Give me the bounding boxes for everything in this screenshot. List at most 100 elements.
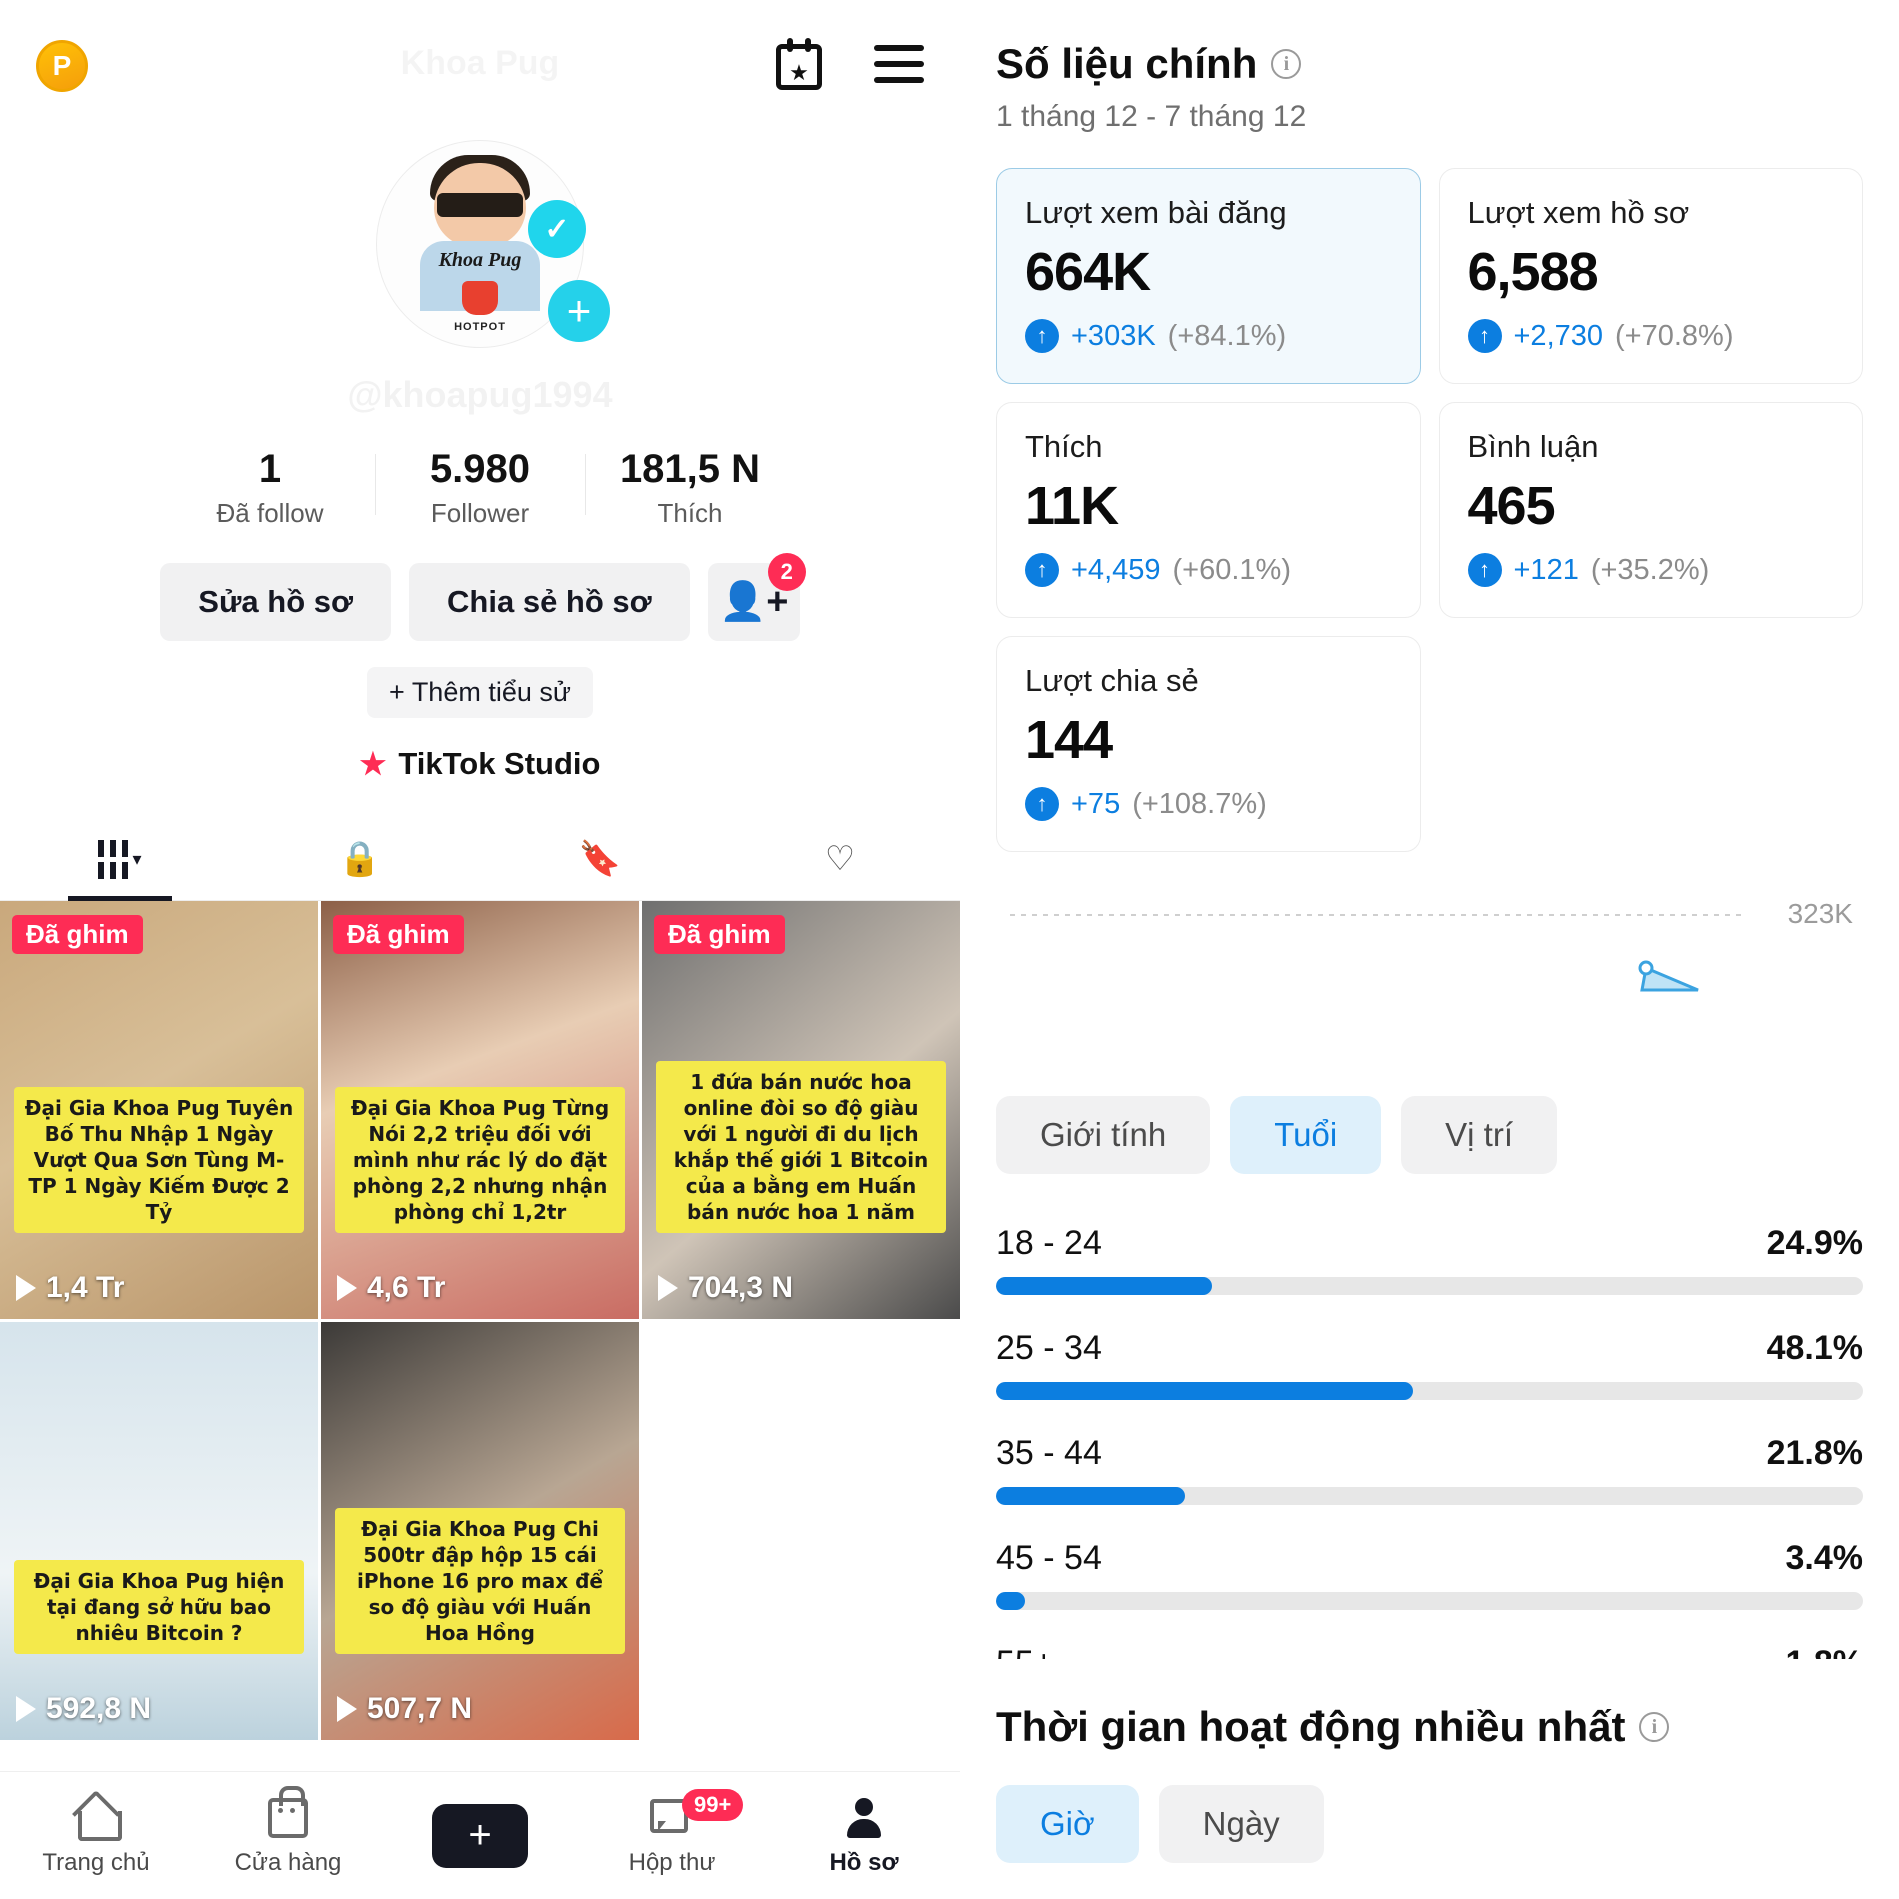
stat-likes[interactable]: 181,5 N Thích bbox=[585, 446, 795, 529]
tab-unsaved[interactable]: 🔖 bbox=[480, 818, 720, 900]
video-thumbnail[interactable]: Đã ghim Đại Gia Khoa Pug Từng Nói 2,2 tr… bbox=[321, 901, 639, 1319]
nav-label: Hộp thư bbox=[628, 1848, 716, 1876]
metric-card-likes[interactable]: Thích 11K ↑ +4,459 (+60.1%) bbox=[996, 402, 1421, 618]
segment-day[interactable]: Ngày bbox=[1158, 1785, 1324, 1863]
chart-row: 25 - 34 48.1% bbox=[996, 1329, 1863, 1400]
edit-profile-button[interactable]: Sửa hồ sơ bbox=[160, 563, 392, 641]
arrow-up-icon: ↑ bbox=[1467, 319, 1502, 353]
nav-label: Hồ sơ bbox=[829, 1848, 899, 1876]
chart-value-label: 48.1% bbox=[1766, 1329, 1863, 1367]
chart-track bbox=[996, 1277, 1863, 1295]
video-caption: Đại Gia Khoa Pug Tuyên Bố Thu Nhập 1 Ngà… bbox=[14, 1087, 304, 1233]
metric-delta-pct: (+84.1%) bbox=[1167, 319, 1287, 352]
chart-category-label: 35 - 44 bbox=[996, 1434, 1102, 1472]
nav-shop[interactable]: Cửa hàng bbox=[192, 1785, 384, 1877]
metric-value: 11K bbox=[1025, 476, 1119, 536]
tab-liked-hidden[interactable]: ♡ bbox=[720, 818, 960, 900]
play-icon bbox=[337, 1275, 357, 1301]
analytics-title: Số liệu chính bbox=[996, 40, 1258, 87]
metric-card-comments[interactable]: Bình luận 465 ↑ +121 (+35.2%) bbox=[1438, 402, 1863, 618]
metric-card-shares[interactable]: Lượt chia sẻ 144 ↑ +75 (+108.7%) bbox=[996, 636, 1421, 852]
video-caption: Đại Gia Khoa Pug Chi 500tr đập hộp 15 cá… bbox=[335, 1508, 625, 1654]
video-thumbnail[interactable]: Đại Gia Khoa Pug hiện tại đang sở hữu ba… bbox=[0, 1322, 318, 1740]
chart-bar bbox=[996, 1487, 1185, 1505]
chart-track bbox=[996, 1487, 1863, 1505]
profile-handle: @khoapug1994 bbox=[347, 374, 613, 415]
chart-row: 35 - 44 21.8% bbox=[996, 1434, 1863, 1505]
metric-label: Lượt xem hồ sơ bbox=[1467, 195, 1690, 230]
shop-bag-icon bbox=[268, 1785, 308, 1841]
sparkline-max-label: 323K bbox=[1787, 898, 1853, 929]
heart-slash-icon: ♡ bbox=[824, 840, 856, 878]
stat-followers[interactable]: 5.980 Follower bbox=[375, 446, 585, 529]
nav-inbox[interactable]: 99+ Hộp thư bbox=[576, 1788, 768, 1877]
metric-value: 144 bbox=[1025, 710, 1113, 770]
info-icon[interactable]: i bbox=[1639, 1712, 1670, 1742]
metric-delta: ↑ +121 (+35.2%) bbox=[1467, 553, 1835, 587]
info-icon[interactable]: i bbox=[1271, 49, 1302, 79]
chart-bar bbox=[996, 1382, 1414, 1400]
person-icon bbox=[847, 1795, 881, 1841]
segment-age[interactable]: Tuổi bbox=[1230, 1096, 1382, 1174]
verified-badge-icon: ✓ bbox=[528, 200, 586, 258]
add-friends-button[interactable]: 👤+ 2 bbox=[707, 553, 806, 641]
key-metrics-card: Số liệu chính i 1 tháng 12 - 7 tháng 12 … bbox=[960, 0, 1899, 1793]
share-profile-button[interactable]: Chia sẻ hồ sơ bbox=[409, 563, 690, 641]
add-avatar-button[interactable]: + bbox=[548, 280, 610, 342]
demographic-segment-tabs: Giới tính Tuổi Vị trí bbox=[996, 1096, 1863, 1174]
calendar-star-icon[interactable]: ★ bbox=[776, 38, 822, 90]
tiktok-studio-link[interactable]: ★ TikTok Studio bbox=[0, 746, 960, 782]
video-views: 4,6 Tr bbox=[337, 1271, 445, 1305]
video-thumbnail[interactable]: Đã ghim 1 đứa bán nước hoa online đòi so… bbox=[642, 901, 960, 1319]
metric-delta: ↑ +75 (+108.7%) bbox=[1025, 787, 1392, 821]
nav-home[interactable]: Trang chủ bbox=[0, 1795, 192, 1877]
stat-value: 1 bbox=[258, 447, 282, 491]
metric-delta-value: +303K bbox=[1071, 319, 1156, 352]
metric-value: 664K bbox=[1025, 242, 1151, 302]
play-icon bbox=[16, 1696, 36, 1722]
video-caption: 1 đứa bán nước hoa online đòi so độ giàu… bbox=[656, 1061, 946, 1233]
home-icon bbox=[74, 1795, 122, 1841]
tab-posts[interactable]: ▾ bbox=[0, 818, 240, 900]
sparkline-gridline bbox=[1010, 914, 1743, 916]
stat-label: Thích bbox=[657, 498, 723, 528]
metric-card-post-views[interactable]: Lượt xem bài đăng 664K ↑ +303K (+84.1%) bbox=[996, 168, 1421, 384]
analytics-panel: Số liệu chính i 1 tháng 12 - 7 tháng 12 … bbox=[960, 0, 1899, 1899]
metric-delta-pct: (+35.2%) bbox=[1590, 553, 1710, 586]
chart-category-label: 18 - 24 bbox=[996, 1224, 1102, 1262]
chart-row: 18 - 24 24.9% bbox=[996, 1224, 1863, 1295]
nav-create[interactable]: + bbox=[384, 1803, 576, 1868]
segment-hour[interactable]: Giờ bbox=[996, 1785, 1139, 1863]
segment-gender[interactable]: Giới tính bbox=[996, 1096, 1211, 1174]
nav-profile[interactable]: Hồ sơ bbox=[768, 1795, 960, 1877]
add-bio-button[interactable]: + Thêm tiểu sử bbox=[367, 667, 593, 718]
metric-delta: ↑ +2,730 (+70.8%) bbox=[1467, 319, 1835, 353]
menu-icon[interactable] bbox=[874, 45, 924, 83]
stat-label: Đã follow bbox=[216, 498, 324, 528]
most-active-time-card: Thời gian hoạt động nhiều nhất i Giờ Ngà… bbox=[960, 1659, 1899, 1899]
stat-following[interactable]: 1 Đã follow bbox=[165, 446, 375, 529]
chart-category-label: 25 - 34 bbox=[996, 1329, 1102, 1367]
video-caption: Đại Gia Khoa Pug hiện tại đang sở hữu ba… bbox=[14, 1560, 304, 1654]
metric-delta-value: +75 bbox=[1071, 787, 1121, 820]
video-views: 1,4 Tr bbox=[16, 1271, 124, 1305]
video-views: 507,7 N bbox=[337, 1692, 472, 1726]
tiktok-profile-panel: P Khoa Pug ★ Khoa Pug HOTPOT ✓ + @khoapu… bbox=[0, 0, 960, 1899]
profile-tabs: ▾ 🔒 🔖 ♡ bbox=[0, 818, 960, 901]
segment-location[interactable]: Vị trí bbox=[1401, 1096, 1558, 1174]
metric-delta: ↑ +4,459 (+60.1%) bbox=[1025, 553, 1392, 587]
tab-private[interactable]: 🔒 bbox=[240, 818, 480, 900]
metric-label: Thích bbox=[1025, 429, 1103, 464]
friends-badge: 2 bbox=[767, 553, 806, 591]
pinned-badge: Đã ghim bbox=[12, 915, 143, 954]
video-thumbnail[interactable]: Đã ghim Đại Gia Khoa Pug Tuyên Bố Thu Nh… bbox=[0, 901, 318, 1319]
video-thumbnail[interactable]: Đại Gia Khoa Pug Chi 500tr đập hộp 15 cá… bbox=[321, 1322, 639, 1740]
chart-value-label: 3.4% bbox=[1785, 1539, 1864, 1577]
arrow-up-icon: ↑ bbox=[1025, 319, 1059, 353]
metric-label: Lượt chia sẻ bbox=[1025, 663, 1199, 698]
profile-topbar: P Khoa Pug ★ bbox=[0, 0, 960, 140]
time-segment-tabs: Giờ Ngày bbox=[996, 1785, 1863, 1863]
analytics-title-row: Số liệu chính i bbox=[996, 40, 1863, 88]
metric-card-profile-views[interactable]: Lượt xem hồ sơ 6,588 ↑ +2,730 (+70.8%) bbox=[1438, 168, 1863, 384]
avatar[interactable]: Khoa Pug HOTPOT ✓ + bbox=[376, 140, 610, 348]
